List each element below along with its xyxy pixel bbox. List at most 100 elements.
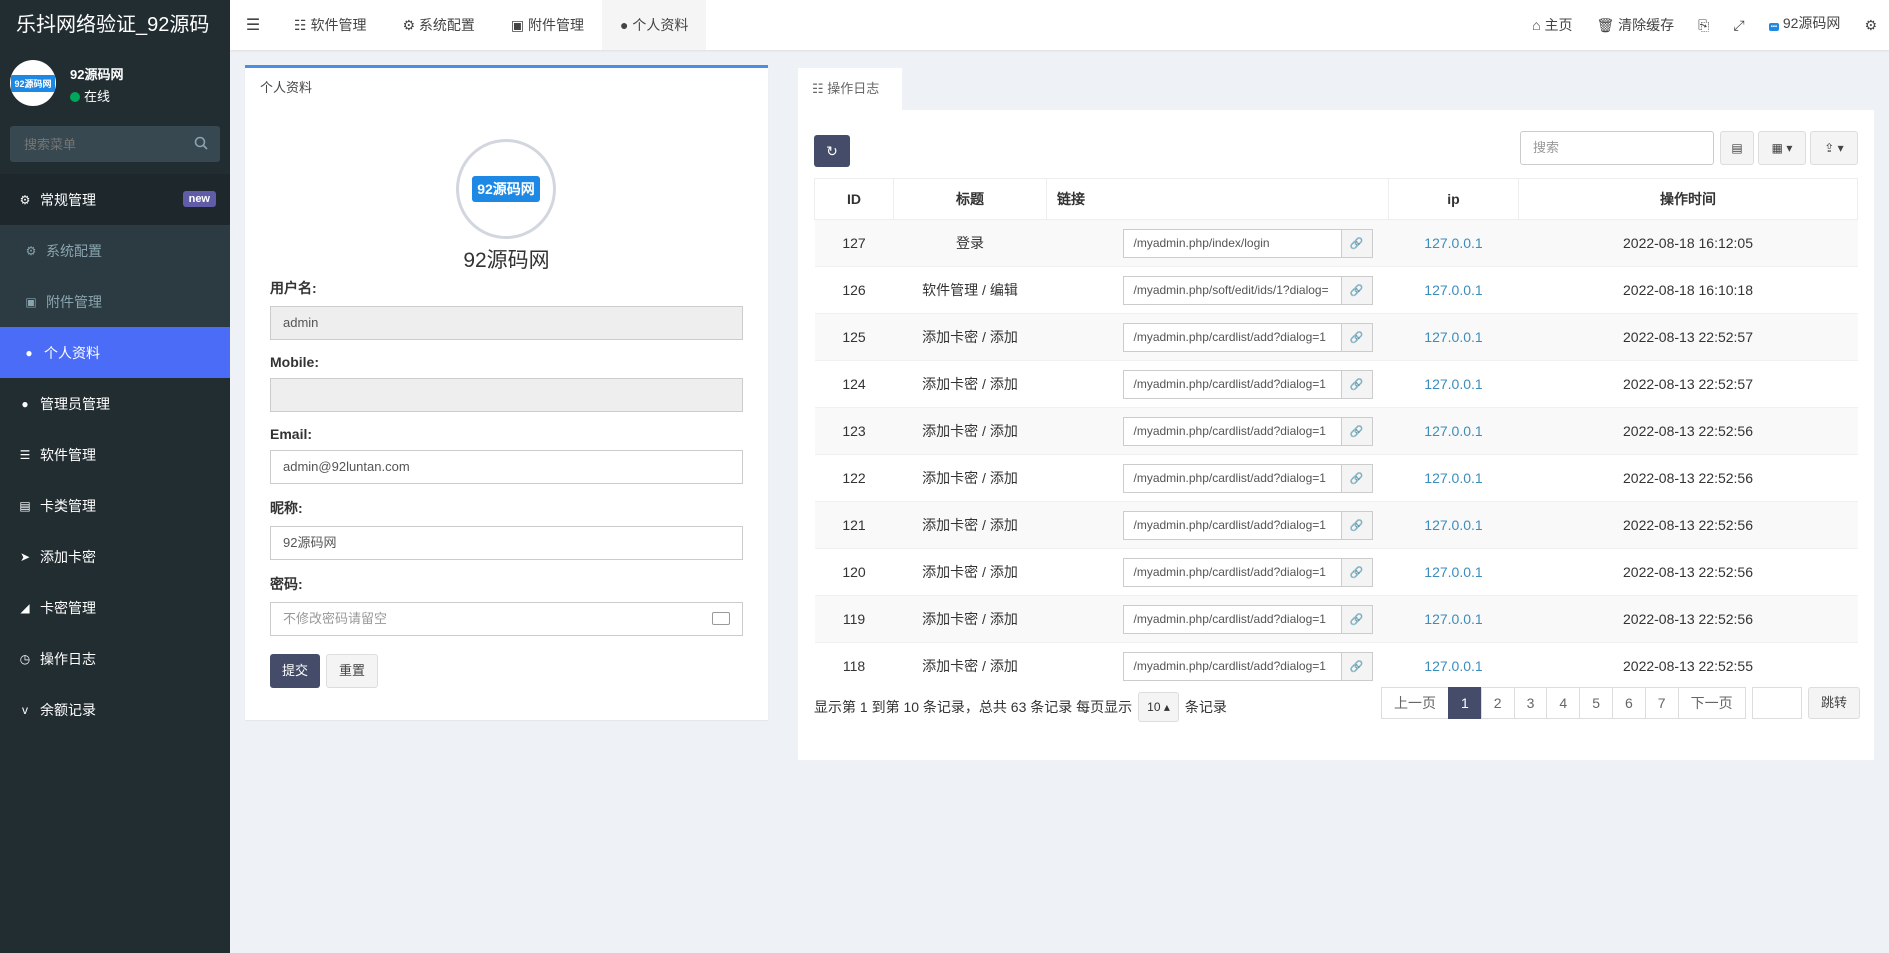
tab-profile[interactable]: ● 个人资料 bbox=[602, 0, 707, 50]
page-button[interactable]: 2 bbox=[1480, 687, 1515, 719]
refresh-button[interactable]: ↻ bbox=[814, 135, 850, 167]
page-button[interactable]: 5 bbox=[1579, 687, 1613, 719]
prev-page-button[interactable]: 上一页 bbox=[1381, 687, 1449, 719]
link-icon[interactable]: 🔗 bbox=[1340, 228, 1373, 258]
sidebar-item-add-card[interactable]: ➤ 添加卡密 bbox=[0, 531, 230, 582]
link-icon[interactable]: 🔗 bbox=[1340, 369, 1373, 399]
sidebar-item-profile[interactable]: ● 个人资料 bbox=[0, 327, 230, 378]
home-link[interactable]: ⌂ 主页 bbox=[1520, 0, 1584, 50]
link-icon[interactable]: 🔗 bbox=[1340, 275, 1373, 305]
cell-ip[interactable]: 127.0.0.1 bbox=[1388, 454, 1519, 502]
columns-button[interactable]: ▦ ▾ bbox=[1758, 131, 1806, 165]
keyboard-icon[interactable] bbox=[712, 612, 730, 625]
column-header-url[interactable]: 链接 bbox=[1046, 178, 1389, 220]
column-header-ip[interactable]: ip bbox=[1388, 178, 1519, 220]
table-row[interactable]: 118 添加卡密 / 添加/myadmin.php/cardlist/add?di… bbox=[814, 642, 1858, 690]
reset-button[interactable]: 重置 bbox=[326, 654, 379, 688]
brand-title[interactable]: 乐抖网络验证_92源码 bbox=[0, 0, 230, 50]
url-input[interactable]: /myadmin.php/cardlist/add?dialog=1 bbox=[1122, 322, 1341, 352]
tab-operation-log[interactable]: ☷ 操作日志 bbox=[798, 68, 902, 110]
search-icon[interactable] bbox=[194, 136, 208, 150]
url-input[interactable]: /myadmin.php/soft/edit/ids/1?dialog= bbox=[1122, 275, 1341, 305]
cell-ip[interactable]: 127.0.0.1 bbox=[1388, 407, 1519, 455]
user-menu[interactable]: ▪▪▪ 92源码网 bbox=[1757, 0, 1853, 52]
language-icon[interactable]: ⎘ bbox=[1686, 0, 1721, 50]
gear-icon: ⚙ bbox=[402, 17, 419, 33]
url-input[interactable]: /myadmin.php/cardlist/add?dialog=1 bbox=[1122, 557, 1341, 587]
page-size-select[interactable]: 10 ▴ bbox=[1138, 692, 1179, 722]
url-input[interactable]: /myadmin.php/cardlist/add?dialog=1 bbox=[1122, 510, 1341, 540]
list-icon: ☷ bbox=[812, 81, 828, 96]
table-row[interactable]: 125 添加卡密 / 添加/myadmin.php/cardlist/add?di… bbox=[814, 313, 1858, 361]
cell-ip[interactable]: 127.0.0.1 bbox=[1388, 501, 1519, 549]
sidebar-item-attachments[interactable]: ▣ 附件管理 bbox=[0, 276, 230, 327]
mobile-field[interactable] bbox=[270, 378, 743, 412]
column-header-title[interactable]: 标题 bbox=[893, 178, 1047, 220]
url-input[interactable]: /myadmin.php/cardlist/add?dialog=1 bbox=[1122, 604, 1341, 634]
sidebar-item-logs[interactable]: ◷ 操作日志 bbox=[0, 633, 230, 684]
table-row[interactable]: 127 登录/myadmin.php/index/login 🔗 127.0.0.1 2… bbox=[814, 219, 1858, 267]
table-row[interactable]: 119 添加卡密 / 添加/myadmin.php/cardlist/add?di… bbox=[814, 595, 1858, 643]
menu-toggle-icon[interactable]: ☰ bbox=[230, 15, 276, 35]
sidebar-item-card-types[interactable]: ▤ 卡类管理 bbox=[0, 480, 230, 531]
cell-ip[interactable]: 127.0.0.1 bbox=[1388, 360, 1519, 408]
profile-avatar[interactable]: 92源码网 bbox=[456, 139, 556, 239]
nickname-field[interactable]: 92源码网 bbox=[270, 526, 743, 560]
settings-gear-icon[interactable]: ⚙ bbox=[1852, 0, 1889, 50]
link-icon[interactable]: 🔗 bbox=[1340, 604, 1373, 634]
table-row[interactable]: 120 添加卡密 / 添加/myadmin.php/cardlist/add?di… bbox=[814, 548, 1858, 596]
table-row[interactable]: 122 添加卡密 / 添加/myadmin.php/cardlist/add?di… bbox=[814, 454, 1858, 502]
cell-ip[interactable]: 127.0.0.1 bbox=[1388, 219, 1519, 267]
tab-software[interactable]: ☷ 软件管理 bbox=[276, 0, 384, 50]
tab-attachments[interactable]: ▣ 附件管理 bbox=[493, 0, 602, 50]
page-button[interactable]: 3 bbox=[1513, 687, 1548, 719]
toggle-view-button[interactable]: ▤ bbox=[1720, 131, 1754, 165]
fullscreen-icon[interactable]: ⤢ bbox=[1721, 0, 1756, 50]
table-row[interactable]: 126 软件管理 / 编辑/myadmin.php/soft/edit/ids/1… bbox=[814, 266, 1858, 314]
jump-button[interactable]: 跳转 bbox=[1808, 687, 1861, 719]
link-icon[interactable]: 🔗 bbox=[1340, 322, 1373, 352]
table-row[interactable]: 124 添加卡密 / 添加/myadmin.php/cardlist/add?di… bbox=[814, 360, 1858, 408]
sidebar-item-balance[interactable]: v 余额记录 bbox=[0, 684, 230, 735]
sidebar-item-software[interactable]: ☰ 软件管理 bbox=[0, 429, 230, 480]
password-field[interactable]: 不修改密码请留空 bbox=[270, 602, 743, 636]
url-input[interactable]: /myadmin.php/cardlist/add?dialog=1 bbox=[1122, 416, 1341, 446]
cell-ip[interactable]: 127.0.0.1 bbox=[1388, 548, 1519, 596]
link-icon[interactable]: 🔗 bbox=[1340, 557, 1373, 587]
email-field[interactable]: admin@92luntan.com bbox=[270, 450, 743, 484]
page-button[interactable]: 6 bbox=[1611, 687, 1646, 719]
link-icon[interactable]: 🔗 bbox=[1340, 510, 1373, 540]
export-button[interactable]: ⇪ ▾ bbox=[1810, 131, 1858, 165]
sidebar-item-card-manage[interactable]: ◢ 卡密管理 bbox=[0, 582, 230, 633]
jump-page-input[interactable] bbox=[1752, 687, 1802, 719]
cell-ip[interactable]: 127.0.0.1 bbox=[1388, 313, 1519, 361]
link-icon[interactable]: 🔗 bbox=[1340, 463, 1373, 493]
username-field[interactable]: admin bbox=[270, 306, 743, 340]
page-button[interactable]: 4 bbox=[1546, 687, 1581, 719]
sidebar-item-general[interactable]: ⚙ 常规管理 new bbox=[0, 174, 230, 225]
page-button[interactable]: 1 bbox=[1448, 687, 1482, 719]
clear-cache-button[interactable]: 🗑 清除缓存 bbox=[1585, 0, 1687, 50]
url-input[interactable]: /myadmin.php/cardlist/add?dialog=1 bbox=[1122, 463, 1341, 493]
next-page-button[interactable]: 下一页 bbox=[1677, 687, 1746, 719]
sidebar-item-admins[interactable]: ● 管理员管理 bbox=[0, 378, 230, 429]
link-icon[interactable]: 🔗 bbox=[1340, 651, 1373, 681]
page-button[interactable]: 7 bbox=[1644, 687, 1679, 719]
url-group: /myadmin.php/cardlist/add?dialog=1 🔗 bbox=[1122, 604, 1373, 634]
url-input[interactable]: /myadmin.php/index/login bbox=[1122, 228, 1341, 258]
column-header-time[interactable]: 操作时间 bbox=[1518, 178, 1858, 220]
link-icon[interactable]: 🔗 bbox=[1340, 416, 1373, 446]
cell-ip[interactable]: 127.0.0.1 bbox=[1388, 595, 1519, 643]
cell-ip[interactable]: 127.0.0.1 bbox=[1388, 266, 1519, 314]
cell-ip[interactable]: 127.0.0.1 bbox=[1388, 642, 1519, 690]
sidebar-item-system-config[interactable]: ⚙ 系统配置 bbox=[0, 225, 230, 276]
column-header-id[interactable]: ID bbox=[814, 178, 894, 220]
table-search-input[interactable]: 搜索 bbox=[1520, 131, 1714, 165]
sidebar-search-input[interactable] bbox=[10, 126, 220, 162]
url-input[interactable]: /myadmin.php/cardlist/add?dialog=1 bbox=[1122, 651, 1341, 681]
tab-system-config[interactable]: ⚙ 系统配置 bbox=[384, 0, 492, 50]
submit-button[interactable]: 提交 bbox=[270, 654, 321, 688]
table-row[interactable]: 123 添加卡密 / 添加/myadmin.php/cardlist/add?di… bbox=[814, 407, 1858, 455]
table-row[interactable]: 121 添加卡密 / 添加/myadmin.php/cardlist/add?di… bbox=[814, 501, 1858, 549]
url-input[interactable]: /myadmin.php/cardlist/add?dialog=1 bbox=[1122, 369, 1341, 399]
